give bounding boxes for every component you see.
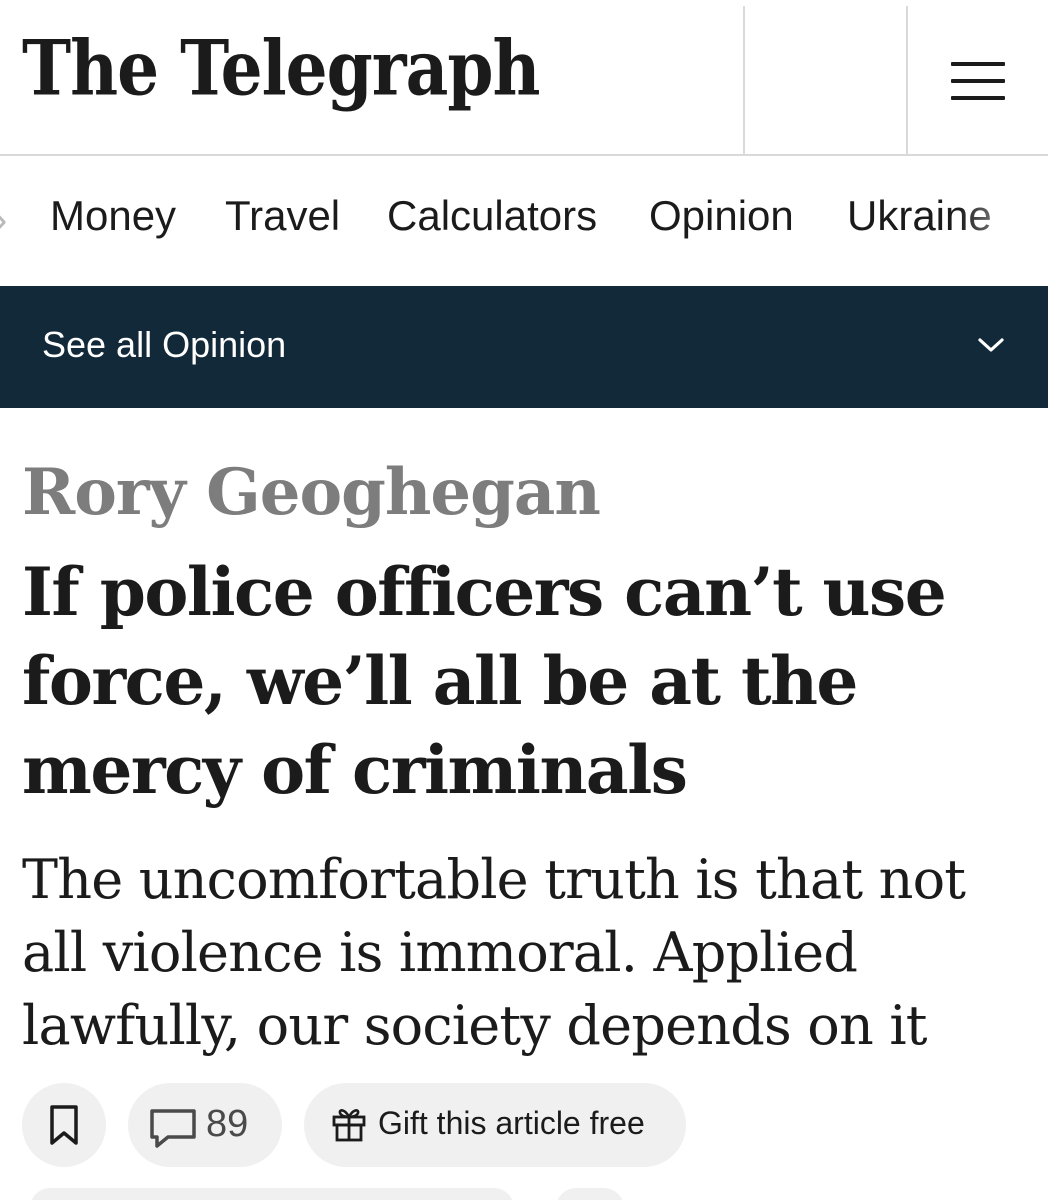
see-all-opinion-label: See all Opinion (42, 324, 287, 365)
comments-button[interactable]: 89 (128, 1083, 282, 1167)
chevron-down-icon (978, 338, 1004, 352)
comment-icon (150, 1109, 196, 1148)
gift-article-label: Gift this article free (378, 1105, 645, 1141)
gift-article-button[interactable]: Gift this article free (304, 1083, 686, 1167)
nav-item-money[interactable]: Money (50, 192, 176, 240)
nav-item-opinion[interactable]: Opinion (649, 192, 794, 240)
comment-count: 89 (206, 1103, 249, 1145)
nav-overflow-edge: › (0, 198, 7, 243)
masthead-divider (743, 6, 745, 156)
article-standfirst: The uncomfortable truth is that not all … (22, 848, 966, 1057)
masthead: The Telegraph (0, 0, 1048, 156)
nav-item-ukraine[interactable]: Ukraine (847, 192, 992, 240)
bookmark-icon (50, 1105, 78, 1145)
save-article-button[interactable] (22, 1083, 106, 1167)
next-content-placeholder (556, 1188, 624, 1200)
nav-item-travel[interactable]: Travel (225, 192, 340, 240)
nav-item-calculators[interactable]: Calculators (387, 192, 597, 240)
article-headline: If police officers can’t use force, we’l… (22, 553, 947, 809)
next-content-placeholder (30, 1188, 514, 1200)
telegraph-logo[interactable]: The Telegraph (22, 30, 540, 106)
author-name[interactable]: Rory Geoghegan (22, 455, 601, 530)
gift-icon (332, 1109, 366, 1142)
section-nav: › Money Travel Calculators Opinion Ukrai… (0, 158, 1048, 286)
see-all-opinion-dropdown[interactable]: See all Opinion (0, 286, 1048, 408)
menu-button[interactable] (908, 6, 1048, 154)
